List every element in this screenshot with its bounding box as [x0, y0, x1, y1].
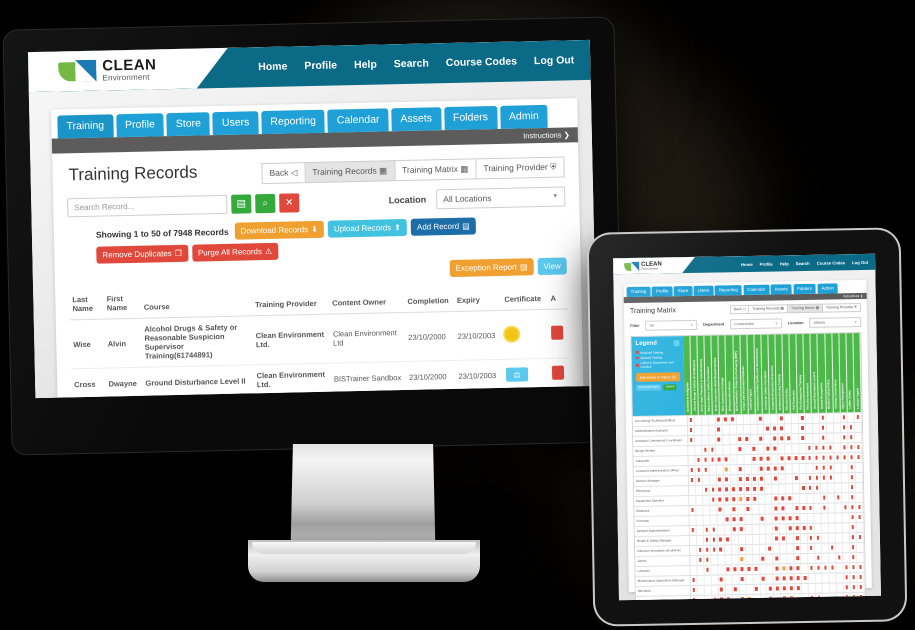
cell-first-name[interactable]: Alvin: [104, 318, 143, 369]
title-row: Training Records Back ◁ Training Records…: [66, 152, 565, 188]
training-records-view-button[interactable]: Training Records ▦: [305, 160, 396, 184]
search-icon-button[interactable]: ⌕: [255, 193, 276, 213]
tab-folders[interactable]: Folders: [443, 105, 498, 131]
chevron-down-icon: ▼: [552, 193, 559, 200]
download-icon: ⬇: [311, 224, 318, 235]
instructions-label: Instructions ❯: [523, 130, 570, 141]
cell-expiry: 23/10/2003: [455, 359, 504, 392]
back-button[interactable]: Back ◁: [261, 162, 306, 185]
training-provider-view-button[interactable]: Training Provider ⛨: [476, 156, 565, 180]
download-records-button[interactable]: Download Records ⬇: [234, 220, 325, 240]
records-action-row: Showing 1 to 50 of 7948 Records Download…: [68, 215, 567, 264]
cell-completion: 23/10/2000: [405, 360, 456, 393]
cell-provider[interactable]: Clean Environment Ltd.: [253, 363, 332, 396]
cell-owner: BISTrainer Sandbox: [330, 361, 407, 395]
tablet-device: CLEAN Environment Home Profile Help Sear…: [588, 229, 906, 625]
topnav-search[interactable]: Search: [394, 57, 429, 70]
cell-last-name[interactable]: Cross: [70, 368, 106, 399]
brand-name: CLEAN: [102, 56, 157, 75]
remove-duplicates-button[interactable]: Remove Duplicates ❐: [96, 244, 189, 264]
certificate-sun-icon[interactable]: [505, 327, 519, 341]
monitor-stand-base: [248, 540, 480, 582]
training-matrix-view-button[interactable]: Training Matrix ▦: [394, 158, 477, 182]
cell-course[interactable]: Ground Disturbance Level II: [142, 364, 255, 399]
cell-last-name[interactable]: Wise: [69, 319, 106, 369]
cell-actions[interactable]: [547, 308, 569, 359]
topnav-help[interactable]: Help: [354, 59, 377, 71]
brand-text: CLEAN Environment: [102, 57, 157, 82]
cell-certificate[interactable]: [501, 309, 549, 360]
th-last-name[interactable]: Last Name: [69, 291, 105, 320]
location-filter: Location All Locations ▼: [389, 186, 566, 210]
th-completion[interactable]: Completion: [404, 283, 455, 313]
th-actions[interactable]: A: [547, 281, 568, 310]
showing-count: Showing 1 to 50 of 7948 Records: [95, 226, 229, 240]
cell-course[interactable]: Alcohol Drugs & Safety or Reasonable Sus…: [141, 315, 254, 368]
brand-logo[interactable]: CLEAN Environment: [28, 48, 229, 92]
desktop-monitor: CLEAN Environment Home Profile Help Sear…: [3, 17, 623, 455]
exception-report-button[interactable]: Exception Report ▤: [449, 258, 534, 278]
calendar-icon-button[interactable]: ▤: [231, 193, 252, 214]
view-button[interactable]: View: [537, 257, 567, 276]
topnav-course-codes[interactable]: Course Codes: [446, 56, 517, 70]
cell-actions[interactable]: [548, 357, 570, 390]
th-content-owner[interactable]: Content Owner: [328, 285, 405, 315]
scene: CLEAN Environment Home Profile Help Sear…: [0, 0, 915, 630]
location-value: All Locations: [443, 193, 492, 205]
topnav-profile[interactable]: Profile: [304, 59, 337, 72]
th-training-provider[interactable]: Training Provider: [251, 286, 330, 316]
location-label: Location: [388, 194, 427, 206]
tab-admin[interactable]: Admin: [499, 104, 548, 129]
delete-icon[interactable]: [551, 325, 564, 340]
tab-calendar[interactable]: Calendar: [327, 108, 389, 133]
search-input[interactable]: Search Record...: [67, 194, 228, 217]
tab-profile[interactable]: Profile: [115, 113, 165, 138]
add-record-button[interactable]: Add Record ▤: [410, 217, 476, 236]
training-records-table: Last Name First Name Course Training Pro…: [69, 281, 574, 399]
th-first-name[interactable]: First Name: [103, 290, 142, 320]
desktop-content: Training Records Back ◁ Training Records…: [52, 142, 588, 399]
clipboard-icon: ▤: [519, 262, 528, 272]
tablet-glare: [588, 229, 906, 625]
view-switcher: Back ◁ Training Records ▦ Training Matri…: [261, 156, 565, 185]
cell-completion: 23/10/2000: [404, 311, 456, 362]
upload-records-button[interactable]: Upload Records ⬆: [327, 218, 408, 238]
document-icon: ▤: [462, 221, 470, 231]
cell-first-name[interactable]: Dwayne: [105, 367, 143, 399]
topnav-home[interactable]: Home: [258, 61, 287, 74]
cell-expiry: 23/10/2003: [454, 310, 503, 361]
filter-row: Search Record... ▤ ⌕ ✕ Location All Loca…: [67, 186, 566, 217]
topnav-log-out[interactable]: Log Out: [534, 54, 575, 67]
certificate-badge-icon[interactable]: ⚖: [505, 367, 529, 382]
purge-all-records-button[interactable]: Purge All Records ⚠: [191, 242, 279, 262]
tab-reporting[interactable]: Reporting: [261, 109, 326, 135]
desktop-panel: Training Profile Store Users Reporting C…: [51, 98, 584, 399]
th-course[interactable]: Course: [140, 288, 253, 319]
desktop-top-nav: Home Profile Help Search Course Codes Lo…: [258, 54, 590, 73]
table-body: Wise Alvin Alcohol Drugs & Safety or Reaso…: [69, 308, 574, 399]
monitor-screen: CLEAN Environment Home Profile Help Sear…: [27, 39, 598, 399]
brand-tagline: Environment: [102, 72, 150, 83]
location-select[interactable]: All Locations ▼: [436, 186, 566, 210]
tab-users[interactable]: Users: [212, 111, 259, 136]
page-title: Training Records: [68, 162, 198, 185]
tab-training[interactable]: Training: [57, 114, 114, 139]
th-certificate[interactable]: Certificate: [501, 281, 548, 311]
cell-provider[interactable]: Clean Environment Ltd.: [252, 314, 331, 365]
copy-icon: ❐: [174, 248, 182, 259]
leaf-logo-icon: [58, 60, 96, 83]
cell-owner: Clean Environment Ltd: [329, 312, 406, 364]
clear-icon-button[interactable]: ✕: [279, 192, 300, 213]
desktop-app: CLEAN Environment Home Profile Help Sear…: [27, 39, 598, 399]
warning-icon: ⚠: [264, 246, 273, 257]
tab-assets[interactable]: Assets: [391, 107, 442, 132]
th-expiry[interactable]: Expiry: [453, 282, 502, 312]
delete-icon[interactable]: [551, 365, 565, 380]
upload-icon: ⬆: [394, 223, 402, 233]
tab-store[interactable]: Store: [166, 112, 211, 137]
cell-certificate[interactable]: ⚖: [502, 358, 550, 391]
